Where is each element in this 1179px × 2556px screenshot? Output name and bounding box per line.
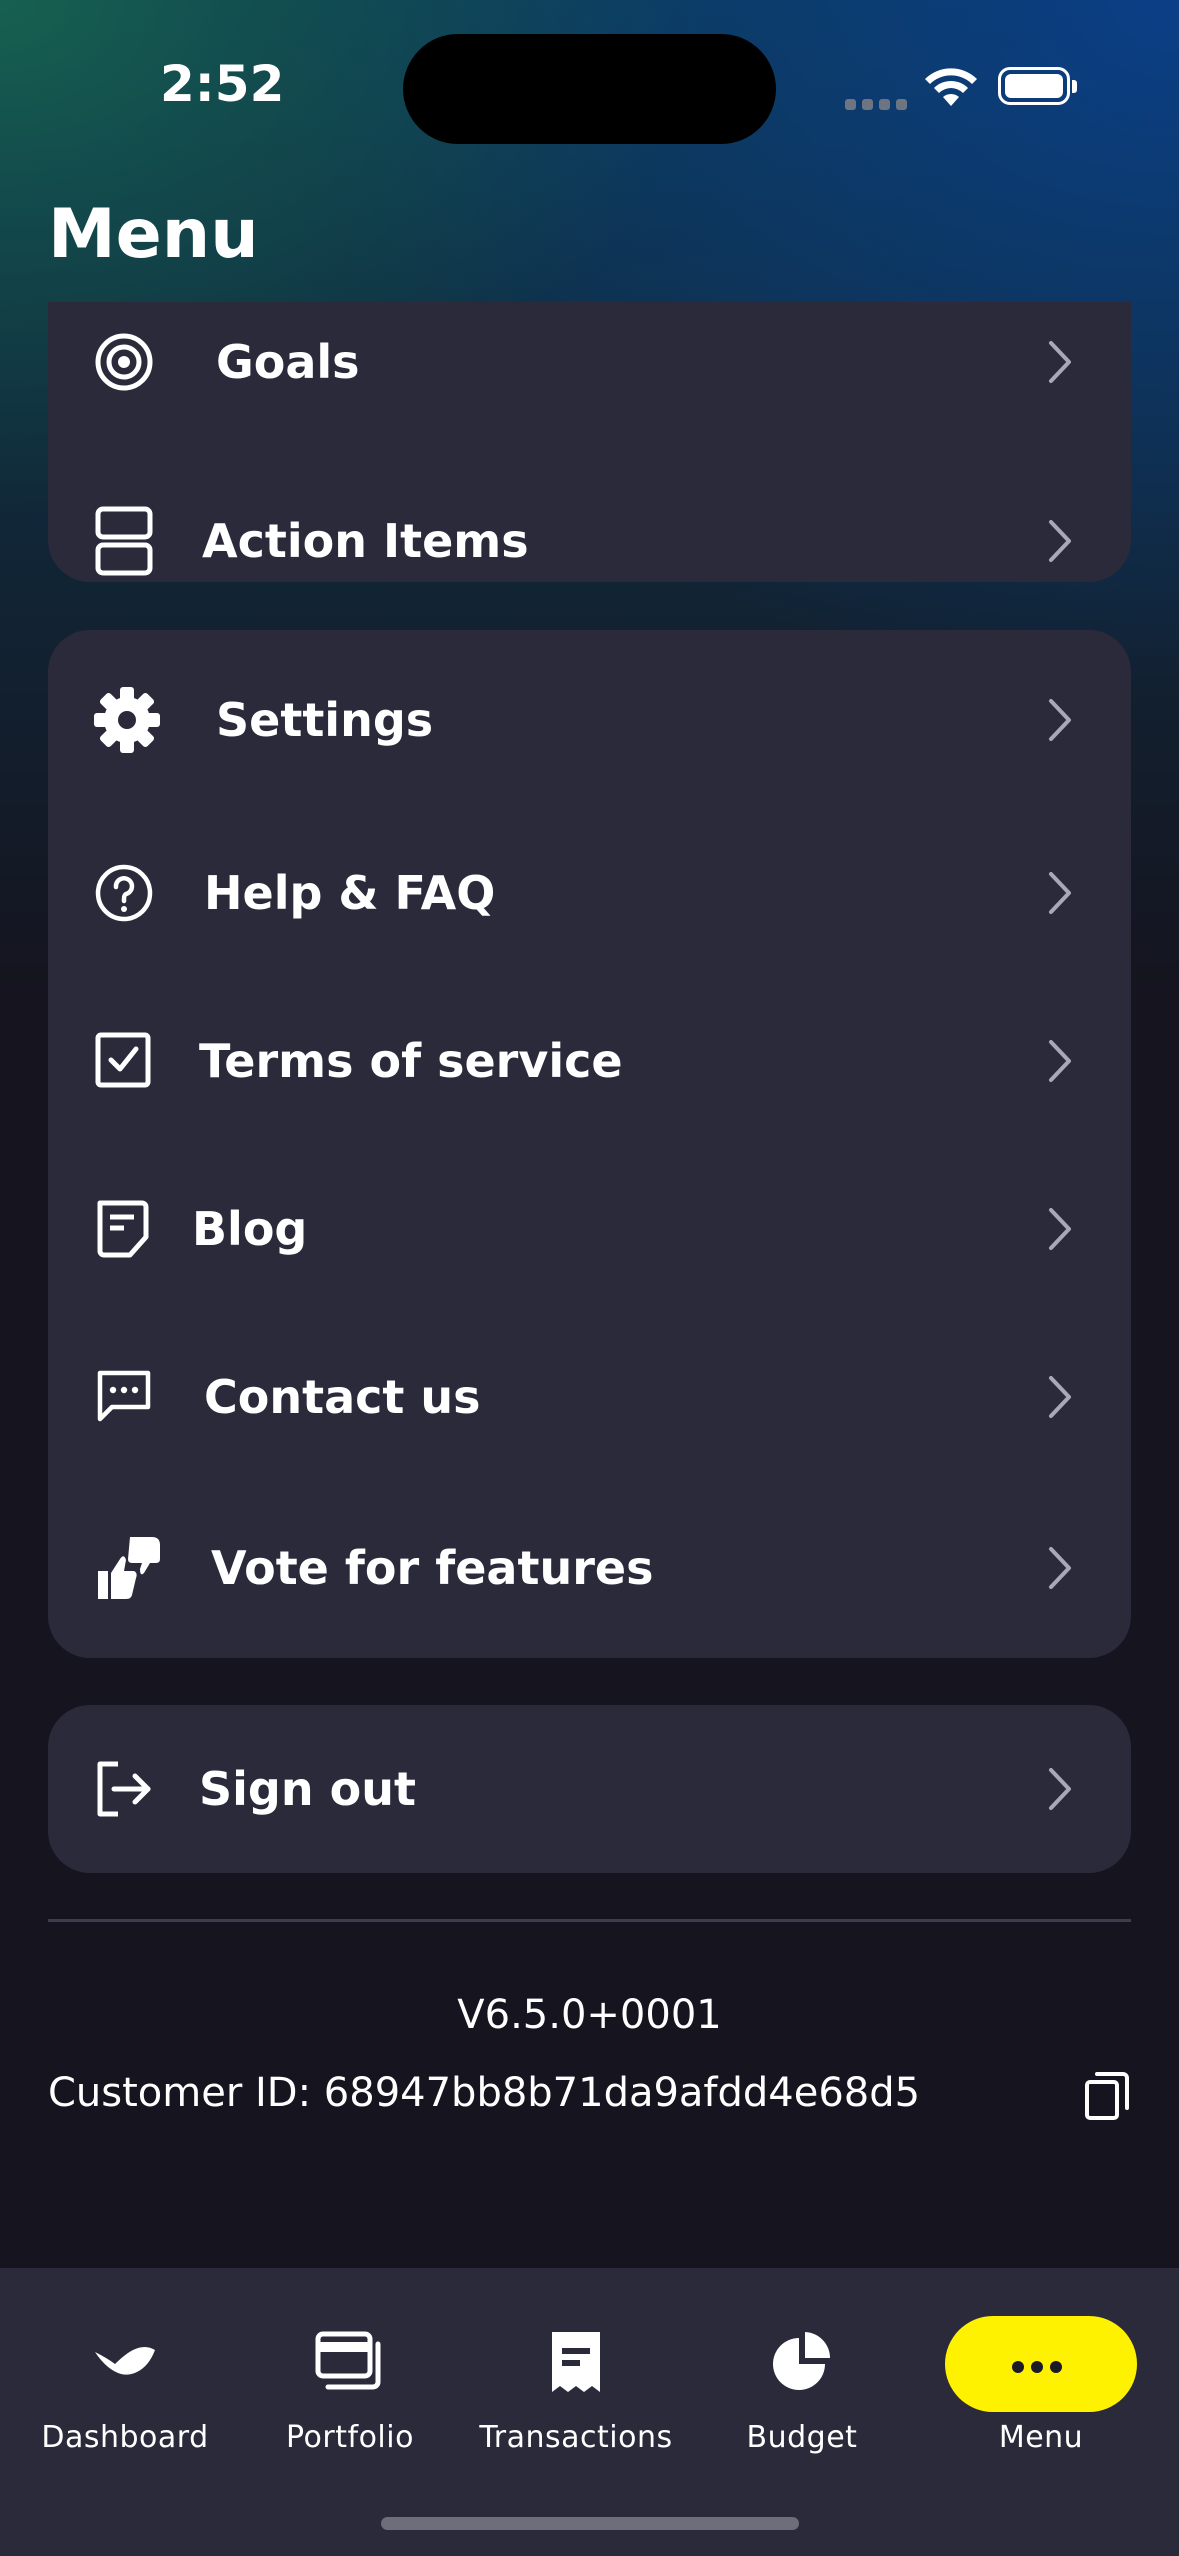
menu-item-blog[interactable]: Blog [48,1164,1131,1294]
target-icon [95,333,153,391]
chevron-right-icon [1049,341,1071,383]
customer-id: Customer ID: 68947bb8b71da9afdd4e68d5 [48,2070,921,2116]
dynamic-island [403,34,776,144]
chevron-right-icon [1049,1208,1071,1250]
page-title: Menu [48,195,259,274]
home-indicator[interactable] [381,2517,799,2530]
thumbs-up-down-icon [98,1537,160,1599]
help-circle-icon [95,864,153,922]
tab-label: Transactions [479,2420,673,2455]
status-bar: 2:52 [0,0,1179,180]
sign-out-card: Sign out [48,1705,1131,1873]
sign-out-icon [97,1761,151,1817]
menu-item-label: Blog [192,1202,308,1256]
dashboard-icon [95,2347,155,2375]
menu-item-goals[interactable]: Goals [48,302,1131,427]
chat-bubble-icon [97,1370,151,1422]
checkbox-icon [95,1032,151,1088]
chevron-right-icon [1049,872,1071,914]
portfolio-icon [315,2331,381,2390]
menu-scroll-area[interactable]: Goals Action Items Settings Help & FAQ T… [0,302,1179,2267]
menu-item-help-faq[interactable]: Help & FAQ [48,828,1131,958]
menu-item-vote-for-features[interactable]: Vote for features [48,1503,1131,1633]
action-items-icon [95,506,153,576]
battery-icon [998,67,1077,105]
menu-card-secondary: Settings Help & FAQ Terms of service Blo… [48,630,1131,1658]
status-time: 2:52 [160,55,285,113]
active-tab-indicator [945,2316,1137,2412]
gear-icon [94,687,160,753]
chevron-right-icon [1049,520,1071,562]
chevron-right-icon [1049,1547,1071,1589]
sign-out-button[interactable]: Sign out [48,1724,1131,1854]
tab-label: Portfolio [286,2420,414,2455]
menu-item-label: Help & FAQ [204,866,496,920]
wifi-icon [925,68,977,106]
pie-chart-icon [773,2332,830,2390]
menu-item-settings[interactable]: Settings [48,655,1131,785]
tab-label: Dashboard [41,2420,209,2455]
copy-icon[interactable] [1083,2070,1131,2122]
menu-item-label: Terms of service [199,1034,623,1088]
tab-label: Menu [998,2420,1084,2455]
chevron-right-icon [1049,1376,1071,1418]
menu-item-contact-us[interactable]: Contact us [48,1332,1131,1462]
sign-out-label: Sign out [199,1762,416,1816]
menu-item-label: Settings [216,693,434,747]
chevron-right-icon [1049,1768,1071,1810]
app-version: V6.5.0+0001 [457,1992,722,2038]
menu-item-label: Goals [216,335,360,389]
tab-dashboard[interactable]: Dashboard [15,2268,235,2468]
receipt-icon [552,2332,600,2392]
tab-portfolio[interactable]: Portfolio [240,2268,460,2468]
menu-item-label: Action Items [202,514,529,568]
divider [48,1919,1131,1922]
document-icon [97,1200,149,1258]
menu-item-action-items[interactable]: Action Items [48,476,1131,606]
chevron-right-icon [1049,1040,1071,1082]
tab-transactions[interactable]: Transactions [466,2268,686,2468]
more-dots-icon [1012,2358,1069,2377]
bottom-tab-bar: Dashboard Portfolio Transactions Budget … [0,2268,1179,2556]
cellular-signal-icon [845,95,913,114]
menu-item-label: Vote for features [211,1541,654,1595]
tab-label: Budget [746,2420,858,2455]
chevron-right-icon [1049,699,1071,741]
menu-card-primary: Goals Action Items [48,302,1131,582]
menu-item-label: Contact us [204,1370,481,1424]
menu-item-terms-of-service[interactable]: Terms of service [48,996,1131,1126]
tab-budget[interactable]: Budget [692,2268,912,2468]
tab-menu[interactable]: Menu [931,2268,1151,2468]
